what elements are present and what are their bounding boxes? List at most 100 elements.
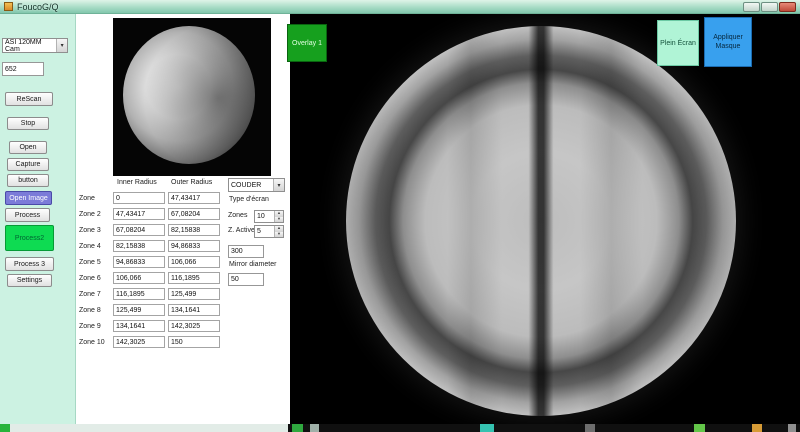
taskbar-item[interactable] (310, 424, 319, 432)
window-controls (743, 1, 796, 12)
screen-type-select[interactable]: COUDER ▾ (228, 178, 285, 192)
stepper-down-icon[interactable]: ▼ (275, 216, 283, 222)
table-row: Zone 3 (79, 222, 223, 238)
inner-radius-field[interactable] (113, 192, 165, 204)
camera-select[interactable]: ASI 120MM Cam ▾ (2, 38, 68, 53)
fullscreen-button[interactable]: Plein Écran (657, 20, 699, 66)
active-zone-value: 5 (257, 228, 261, 235)
process-button[interactable]: Process (5, 208, 50, 222)
app-icon (4, 2, 13, 11)
outer-radius-field[interactable] (168, 320, 220, 332)
table-row: Zone 8 (79, 302, 223, 318)
inner-radius-field[interactable] (113, 224, 165, 236)
zone-label: Zone 2 (79, 210, 101, 218)
table-row: Zone 9 (79, 318, 223, 334)
mirror-preview-blob (123, 26, 255, 164)
inner-radius-field[interactable] (113, 240, 165, 252)
app-window: FoucoG/Q ASI 120MM Cam ▾ ReScan Stop Ope… (0, 0, 800, 432)
chevron-down-icon[interactable]: ▾ (56, 39, 67, 52)
foucault-test-image (290, 14, 800, 424)
inner-radius-field[interactable] (113, 288, 165, 300)
table-row: Zone 4 (79, 238, 223, 254)
table-row: Zone 10 (79, 334, 223, 350)
active-zone-label: Z. Active (228, 227, 255, 234)
taskbar-item[interactable] (0, 424, 10, 432)
outer-radius-field[interactable] (168, 288, 220, 300)
titlebar[interactable]: FoucoG/Q (0, 0, 800, 14)
minimize-button[interactable] (743, 1, 760, 12)
table-row: Zone 7 (79, 286, 223, 302)
stepper-down-icon[interactable]: ▼ (275, 231, 283, 237)
open-image-button[interactable]: Open Image (5, 191, 52, 205)
active-zone-stepper[interactable]: 5 ▲ ▼ (254, 225, 284, 238)
zone-label: Zone (79, 194, 95, 202)
taskbar-item[interactable] (585, 424, 595, 432)
mirror-disc (346, 26, 736, 416)
column-header-inner-radius: Inner Radius (117, 179, 157, 186)
taskbar-item[interactable] (694, 424, 705, 432)
mirror-diameter-field[interactable] (228, 245, 264, 258)
stepper-arrows: ▲ ▼ (274, 226, 283, 237)
chevron-down-icon[interactable]: ▾ (273, 179, 284, 191)
overlay-button[interactable]: Overlay 1 (287, 24, 327, 62)
mirror-diameter-label: Mirror diameter (229, 261, 277, 268)
screen-type-value: COUDER (231, 181, 262, 189)
zones-count-value: 10 (257, 213, 265, 220)
taskbar-strip[interactable] (0, 424, 800, 432)
inner-radius-field[interactable] (113, 336, 165, 348)
zone-label: Zone 7 (79, 290, 101, 298)
outer-radius-field[interactable] (168, 192, 220, 204)
zones-count-stepper[interactable]: 10 ▲ ▼ (254, 210, 284, 223)
zone-label: Zone 9 (79, 322, 101, 330)
inner-radius-field[interactable] (113, 256, 165, 268)
process3-button[interactable]: Process 3 (5, 257, 54, 271)
zone-label: Zone 3 (79, 226, 101, 234)
table-row: Zone 6 (79, 270, 223, 286)
outer-radius-field[interactable] (168, 256, 220, 268)
taskbar-item[interactable] (292, 424, 303, 432)
settings-button[interactable]: Settings (7, 274, 52, 287)
value-input[interactable] (2, 62, 44, 76)
open-button[interactable]: Open (9, 141, 47, 154)
maximize-button[interactable] (761, 1, 778, 12)
outer-radius-field[interactable] (168, 208, 220, 220)
zone-label: Zone 6 (79, 274, 101, 282)
control-panel: ASI 120MM Cam ▾ ReScan Stop Open Capture… (0, 14, 76, 424)
camera-preview-image (113, 18, 271, 176)
generic-button[interactable]: button (7, 174, 49, 187)
outer-radius-field[interactable] (168, 224, 220, 236)
table-row: Zone (79, 190, 223, 206)
window-title: FoucoG/Q (17, 1, 59, 12)
taskbar-light-area (10, 424, 288, 432)
close-button[interactable] (779, 1, 796, 12)
taskbar-item[interactable] (752, 424, 762, 432)
outer-radius-field[interactable] (168, 304, 220, 316)
screen-type-label: Type d'écran (229, 196, 269, 203)
inner-radius-field[interactable] (113, 304, 165, 316)
stepper-arrows: ▲ ▼ (274, 211, 283, 222)
zone-label: Zone 10 (79, 338, 105, 346)
zone-label: Zone 5 (79, 258, 101, 266)
outer-radius-field[interactable] (168, 336, 220, 348)
taskbar-item[interactable] (480, 424, 494, 432)
zone-label: Zone 4 (79, 242, 101, 250)
apply-mask-button[interactable]: Appliquer Masque (704, 17, 752, 67)
table-row: Zone 2 (79, 206, 223, 222)
inner-radius-field[interactable] (113, 272, 165, 284)
zone-label: Zone 8 (79, 306, 101, 314)
camera-select-value: ASI 120MM Cam (5, 38, 42, 53)
rescan-button[interactable]: ReScan (5, 92, 53, 106)
table-row: Zone 5 (79, 254, 223, 270)
stop-button[interactable]: Stop (7, 117, 49, 130)
outer-radius-field[interactable] (168, 272, 220, 284)
process2-button[interactable]: Process2 (5, 225, 54, 251)
capture-button[interactable]: Capture (7, 158, 49, 171)
outer-radius-field[interactable] (168, 240, 220, 252)
offset-field[interactable] (228, 273, 264, 286)
taskbar-item[interactable] (788, 424, 796, 432)
zones-count-label: Zones (228, 212, 248, 219)
inner-radius-field[interactable] (113, 320, 165, 332)
column-header-outer-radius: Outer Radius (171, 179, 213, 186)
inner-radius-field[interactable] (113, 208, 165, 220)
zones-table: Zone Zone 2 Zone 3 Zone 4 Zone 5 Zone 6 (79, 190, 223, 350)
